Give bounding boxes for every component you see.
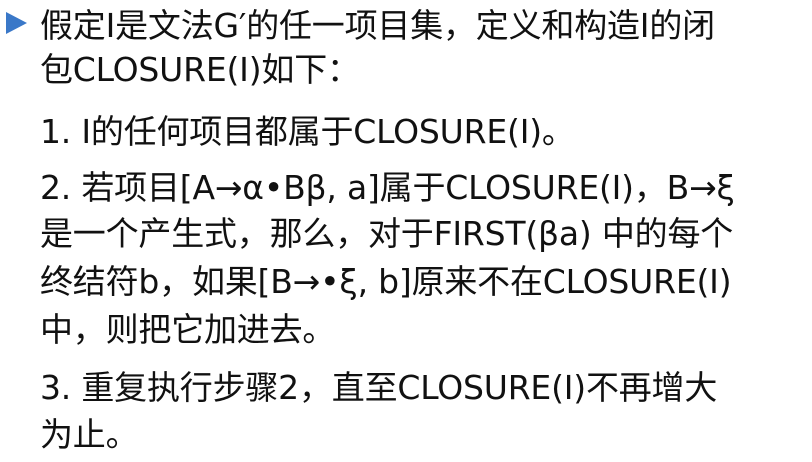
step-2-line-1: 2. 若项目[A→α•Bβ, a]属于CLOSURE(I)，B→ξ (40, 168, 735, 207)
step-2-line-4: 中，则把它加进去。 (40, 310, 336, 349)
step-3-line-2: 为止。 (40, 415, 139, 454)
intro-line-2: 包CLOSURE(I)如下： (40, 50, 360, 89)
slide: 假定I是文法G′的任一项目集，定义和构造I的闭 包CLOSURE(I)如下： 1… (0, 0, 812, 462)
step-2-line-2: 是一个产生式，那么，对于FIRST(βa) 中的每个 (40, 214, 734, 253)
step-2-line-3: 终结符b，如果[B→•ξ, b]原来不在CLOSURE(I) (40, 262, 732, 301)
triangle-bullet-icon (6, 12, 27, 34)
intro-line-1: 假定I是文法G′的任一项目集，定义和构造I的闭 (40, 6, 715, 45)
step-3-line-1: 3. 重复执行步骤2，直至CLOSURE(I)不再增大 (40, 368, 718, 407)
step-1-line-1: 1. I的任何项目都属于CLOSURE(I)。 (40, 112, 575, 151)
